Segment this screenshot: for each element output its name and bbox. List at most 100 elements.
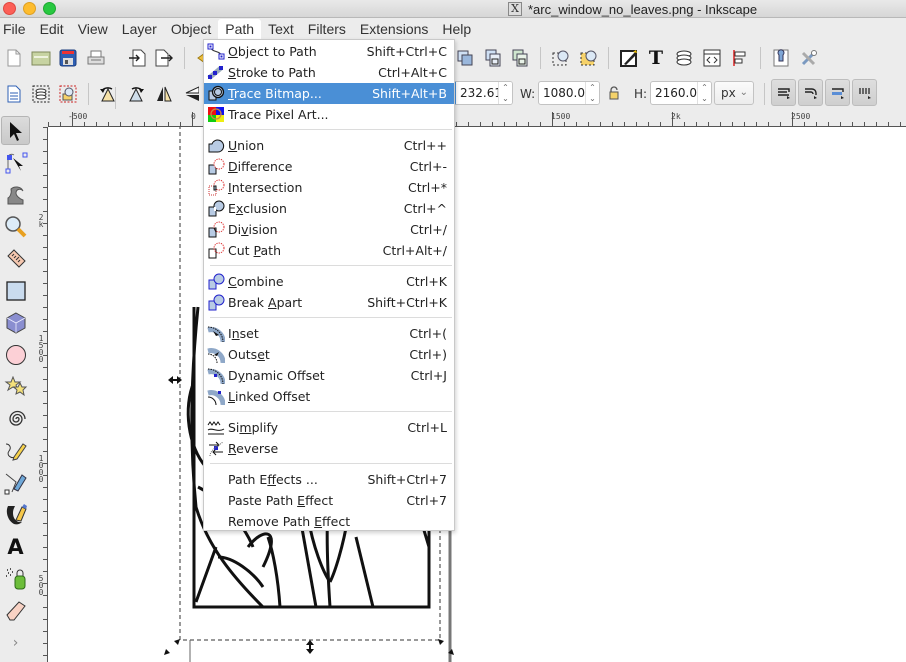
selector-tool[interactable] xyxy=(1,116,30,145)
close-window-button[interactable] xyxy=(3,2,16,15)
deselect-icon[interactable] xyxy=(57,83,79,105)
zoom-selection-icon[interactable] xyxy=(550,47,572,69)
export-icon[interactable] xyxy=(153,47,175,69)
zoom-drawing-icon[interactable] xyxy=(578,47,600,69)
menu-text[interactable]: Text xyxy=(261,19,301,40)
height-stepper[interactable]: ⌃ ⌄ xyxy=(697,82,711,104)
minimize-window-button[interactable] xyxy=(23,2,36,15)
spray-tool[interactable] xyxy=(1,564,30,593)
menu-item-intersection[interactable]: Intersection Ctrl+* xyxy=(204,177,454,198)
unit-select[interactable]: px ⌄ xyxy=(714,81,754,105)
menu-item-object-to-path[interactable]: Object to Path Shift+Ctrl+C xyxy=(204,41,454,62)
raise-icon[interactable] xyxy=(454,47,476,69)
x-position-stepper[interactable]: ⌃ ⌄ xyxy=(498,82,512,104)
menu-item-inset[interactable]: Inset Ctrl+( xyxy=(204,323,454,344)
ruler-label: 0 xyxy=(191,112,196,121)
menu-item-shortcut: Ctrl+^ xyxy=(403,201,447,216)
menu-item-remove-path-effect[interactable]: Remove Path Effect xyxy=(204,511,454,532)
menu-item-shortcut: Ctrl+7 xyxy=(406,493,447,508)
drawing-canvas[interactable] xyxy=(48,127,906,662)
width-field[interactable]: 1080.00 ⌃ ⌄ xyxy=(538,81,600,105)
menu-item-path-effects[interactable]: Path Effects ... Shift+Ctrl+7 xyxy=(204,469,454,490)
select-all-icon[interactable] xyxy=(3,83,25,105)
menu-item-break-apart[interactable]: Break Apart Shift+Ctrl+K xyxy=(204,292,454,313)
menu-file[interactable]: File xyxy=(0,19,33,40)
preferences-icon[interactable] xyxy=(798,47,820,69)
import-icon[interactable] xyxy=(126,47,148,69)
menu-item-combine[interactable]: Combine Ctrl+K xyxy=(204,271,454,292)
rect-tool[interactable] xyxy=(1,276,30,305)
vertical-ruler[interactable]: 2k 1500 1000 500 xyxy=(32,127,48,662)
rotate-cw-icon[interactable] xyxy=(125,83,147,105)
menu-extensions[interactable]: Extensions xyxy=(353,19,435,40)
flip-vertical-icon[interactable] xyxy=(181,83,203,105)
select-all-layers-icon[interactable] xyxy=(30,83,52,105)
pencil-tool[interactable] xyxy=(1,436,30,465)
node-tool[interactable] xyxy=(1,148,30,177)
menu-path[interactable]: Path xyxy=(218,19,262,40)
menu-item-label: Object to Path xyxy=(228,44,317,59)
star-tool[interactable] xyxy=(1,372,30,401)
menu-item-reverse[interactable]: Reverse xyxy=(204,438,454,459)
handle-bottom-middle xyxy=(306,640,314,654)
menu-item-trace-bitmap[interactable]: Trace Bitmap... Shift+Alt+B xyxy=(204,83,454,104)
width-stepper[interactable]: ⌃ ⌄ xyxy=(585,82,599,104)
zoom-window-button[interactable] xyxy=(43,2,56,15)
menu-separator xyxy=(210,411,452,412)
align-distribute-icon[interactable] xyxy=(729,47,751,69)
menu-item-label: Stroke to Path xyxy=(228,65,316,80)
calligraphy-tool[interactable] xyxy=(1,500,30,529)
height-field[interactable]: 2160.00 ⌃ ⌄ xyxy=(650,81,712,105)
menu-filters[interactable]: Filters xyxy=(301,19,353,40)
ungroup-icon[interactable] xyxy=(509,47,531,69)
menu-item-difference[interactable]: Difference Ctrl+- xyxy=(204,156,454,177)
menu-item-paste-path-effect[interactable]: Paste Path Effect Ctrl+7 xyxy=(204,490,454,511)
menu-view[interactable]: View xyxy=(71,19,115,40)
scale-stroke-toggle[interactable] xyxy=(771,79,796,106)
eraser-tool[interactable] xyxy=(1,596,30,625)
menu-item-shortcut: Ctrl+) xyxy=(409,347,447,362)
scale-corners-toggle[interactable] xyxy=(798,79,823,106)
open-document-icon[interactable] xyxy=(30,47,52,69)
menu-item-stroke-to-path[interactable]: Stroke to Path Ctrl+Alt+C xyxy=(204,62,454,83)
xml-editor-icon[interactable] xyxy=(701,47,723,69)
flip-horizontal-icon[interactable] xyxy=(153,83,175,105)
menu-object[interactable]: Object xyxy=(164,19,218,40)
move-patterns-toggle[interactable] xyxy=(852,79,877,106)
menu-item-simplify[interactable]: Simplify Ctrl+L xyxy=(204,417,454,438)
menu-item-linked-offset[interactable]: Linked Offset xyxy=(204,386,454,407)
menu-edit[interactable]: Edit xyxy=(33,19,71,40)
menu-item-exclusion[interactable]: Exclusion Ctrl+^ xyxy=(204,198,454,219)
lock-icon[interactable] xyxy=(603,82,625,104)
more-tools-chevron-icon[interactable]: › xyxy=(1,628,30,657)
menu-item-trace-pixel-art[interactable]: Trace Pixel Art... xyxy=(204,104,454,125)
horizontal-ruler[interactable]: -500 0 1500 2k 2500 xyxy=(48,111,906,127)
tweak-tool[interactable] xyxy=(1,180,30,209)
spiral-tool[interactable] xyxy=(1,404,30,433)
menu-item-outset[interactable]: Outset Ctrl+) xyxy=(204,344,454,365)
menu-item-cut-path[interactable]: Cut Path Ctrl+Alt+/ xyxy=(204,240,454,261)
save-document-icon[interactable] xyxy=(57,47,79,69)
menu-help[interactable]: Help xyxy=(435,19,478,40)
text-font-icon[interactable]: T xyxy=(645,47,667,69)
print-icon[interactable] xyxy=(85,47,107,69)
pen-tool[interactable] xyxy=(1,468,30,497)
menu-layer[interactable]: Layer xyxy=(115,19,164,40)
new-document-icon[interactable] xyxy=(3,47,25,69)
3dbox-tool[interactable] xyxy=(1,308,30,337)
move-gradients-toggle[interactable] xyxy=(825,79,850,106)
document-properties-icon[interactable] xyxy=(770,47,792,69)
menu-item-dynamic-offset[interactable]: Dynamic Offset Ctrl+J xyxy=(204,365,454,386)
ellipse-tool[interactable] xyxy=(1,340,30,369)
width-label: W: xyxy=(520,87,536,101)
fill-stroke-icon[interactable] xyxy=(618,47,640,69)
text-tool[interactable]: A xyxy=(1,532,30,561)
group-icon[interactable] xyxy=(482,47,504,69)
measure-tool[interactable] xyxy=(1,244,30,273)
rotate-ccw-icon[interactable] xyxy=(97,83,119,105)
menu-item-division[interactable]: Division Ctrl+/ xyxy=(204,219,454,240)
layers-icon[interactable] xyxy=(673,47,695,69)
x-position-field[interactable]: 232.615 ⌃ ⌄ xyxy=(453,81,513,105)
zoom-tool[interactable] xyxy=(1,212,30,241)
menu-item-union[interactable]: Union Ctrl++ xyxy=(204,135,454,156)
